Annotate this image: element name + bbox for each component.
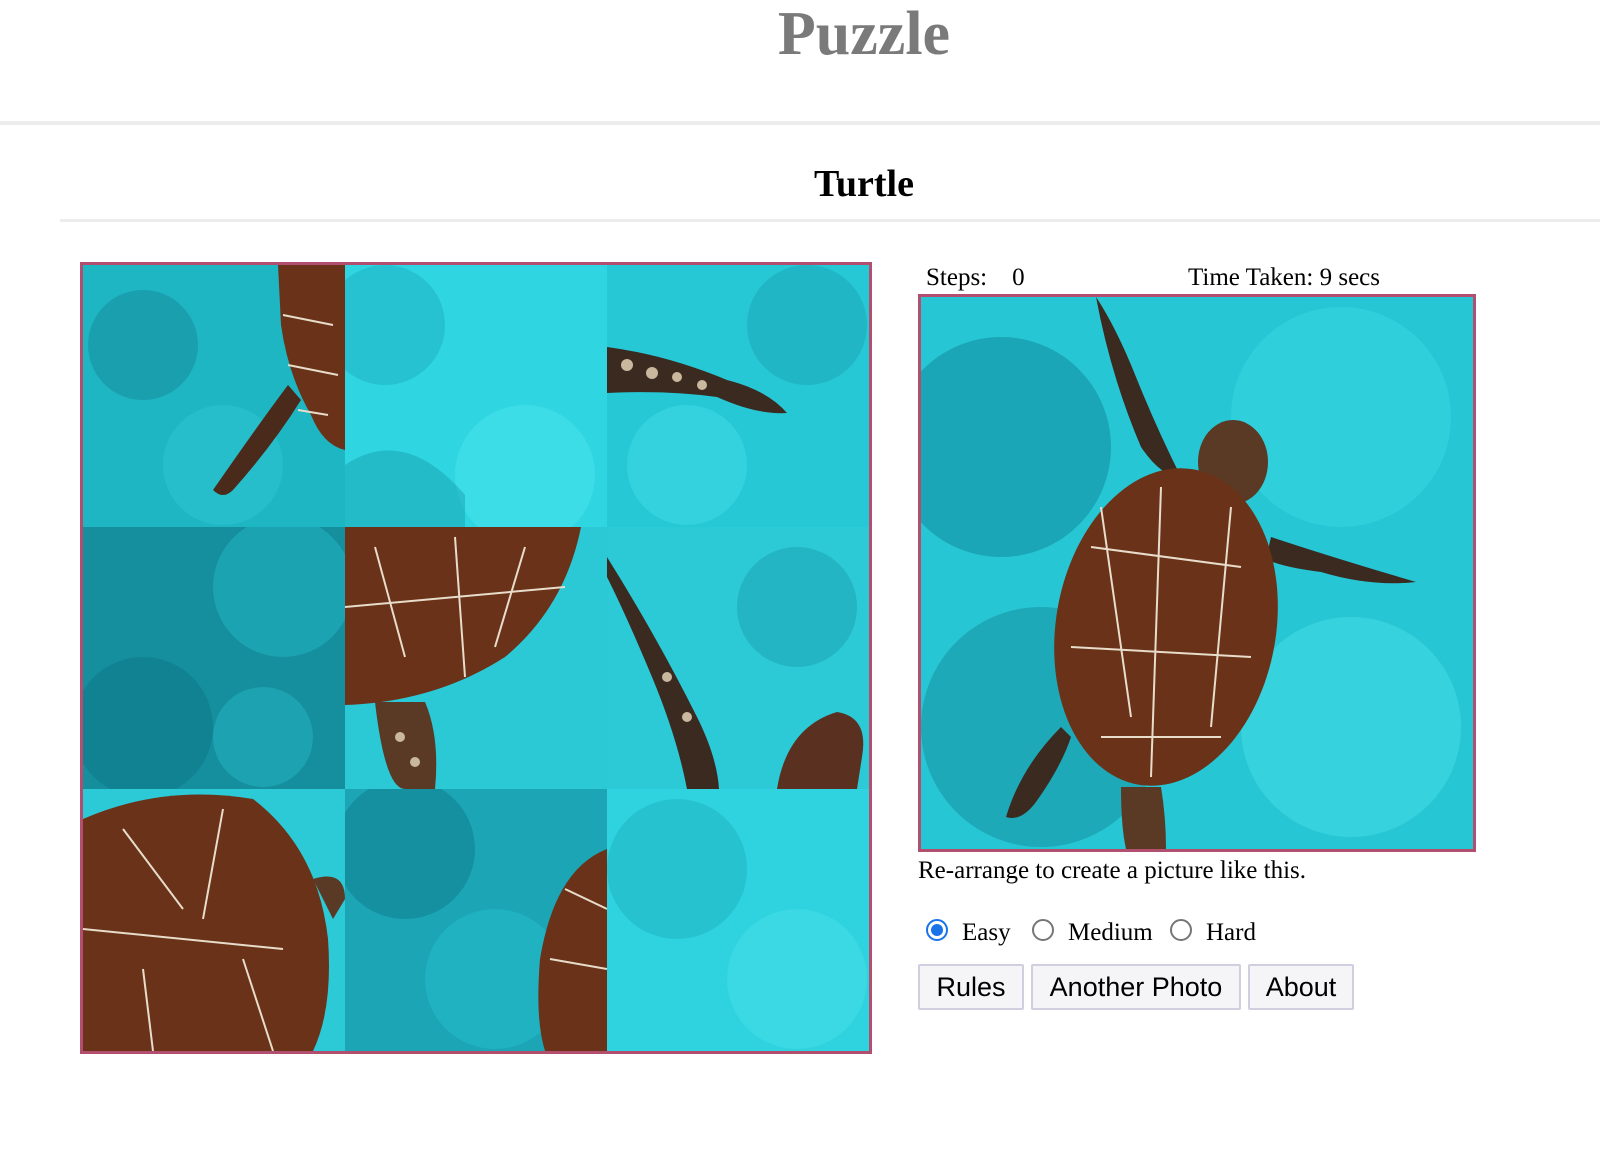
radio-hard[interactable] xyxy=(1170,919,1192,941)
instruction-text: Re-arrange to create a picture like this… xyxy=(918,857,1307,884)
radio-easy[interactable] xyxy=(926,919,948,941)
header-divider xyxy=(0,121,1600,125)
puzzle-tile[interactable] xyxy=(83,265,345,527)
puzzle-tile[interactable] xyxy=(83,527,345,789)
rules-button[interactable]: Rules xyxy=(918,964,1024,1010)
time-label: Time Taken: xyxy=(1188,264,1314,291)
puzzle-name: Turtle xyxy=(814,163,914,205)
difficulty-medium-label: Medium xyxy=(1068,919,1153,946)
puzzle-tile[interactable] xyxy=(607,527,869,789)
puzzle-tile[interactable] xyxy=(345,527,607,789)
time-value: 9 secs xyxy=(1319,264,1380,291)
difficulty-hard-label: Hard xyxy=(1206,919,1256,946)
puzzle-tile[interactable] xyxy=(607,789,869,1051)
difficulty-easy-label: Easy xyxy=(962,919,1011,946)
steps-counter: Steps: 0 xyxy=(926,262,1025,294)
radio-medium[interactable] xyxy=(1032,919,1054,941)
timer: Time Taken: 9 secs xyxy=(1188,262,1380,294)
puzzle-tile[interactable] xyxy=(345,789,607,1051)
another-photo-button[interactable]: Another Photo xyxy=(1031,964,1241,1010)
puzzle-board xyxy=(80,262,872,1054)
steps-label: Steps: xyxy=(926,264,988,291)
title-divider xyxy=(60,219,1600,222)
difficulty-medium[interactable]: Medium xyxy=(1032,916,1153,946)
site-title: Puzzle xyxy=(777,0,951,68)
puzzle-tile[interactable] xyxy=(83,789,345,1051)
about-button[interactable]: About xyxy=(1248,964,1354,1010)
difficulty-hard[interactable]: Hard xyxy=(1170,916,1256,946)
difficulty-easy[interactable]: Easy xyxy=(926,916,1011,946)
puzzle-tile[interactable] xyxy=(345,265,607,527)
steps-value: 0 xyxy=(1012,264,1025,291)
reference-image xyxy=(918,294,1476,852)
puzzle-tile[interactable] xyxy=(607,265,869,527)
